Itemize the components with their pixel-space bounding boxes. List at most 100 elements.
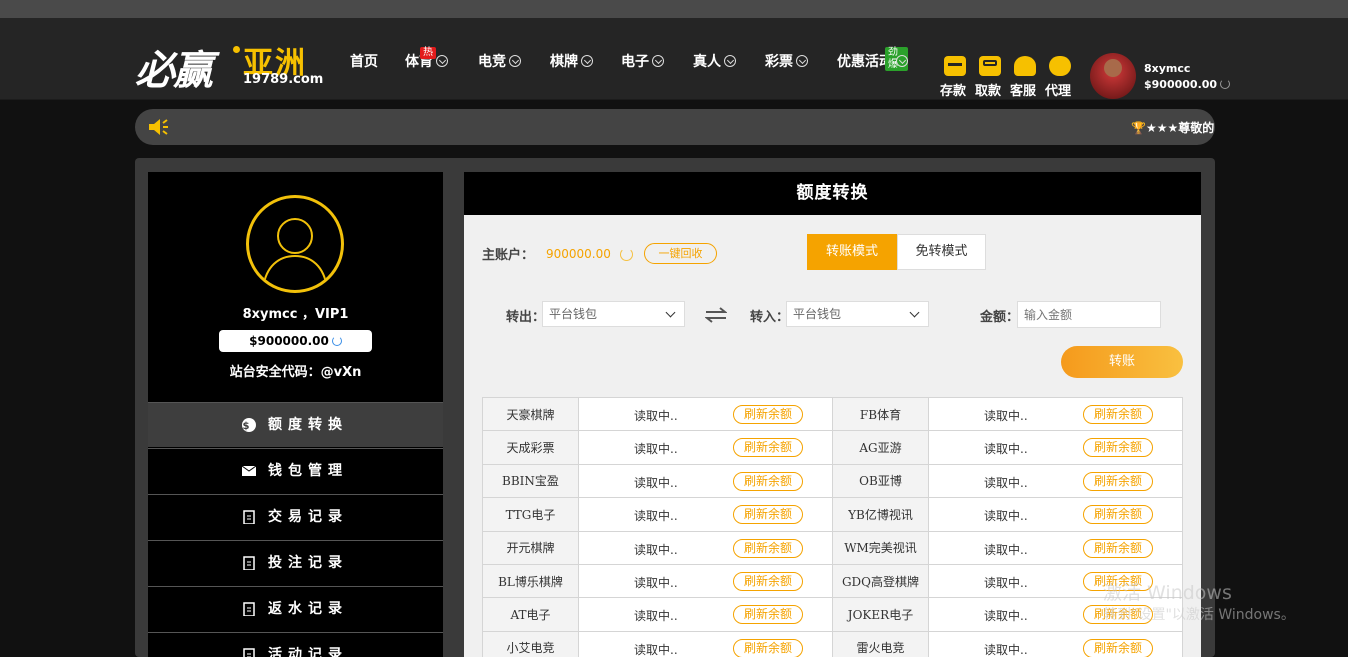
atm-icon (979, 56, 1001, 76)
refresh-balance-button[interactable]: 刷新余额 (1083, 471, 1153, 491)
table-row: 小艾电竞 读取中.. 刷新余额 雷火电竞 读取中.. 刷新余额 (482, 630, 1183, 657)
table-row: BBIN宝盈 读取中.. 刷新余额 OB亚博 读取中.. 刷新余额 (482, 463, 1183, 499)
tab-transfer-mode[interactable]: 转账模式 (807, 234, 897, 270)
sidebar-item-transfer[interactable]: $ 额度转换 (148, 402, 443, 447)
user-name: 8xymcc (1144, 62, 1191, 75)
refresh-balance-button[interactable]: 刷新余额 (733, 405, 803, 424)
main-account-label: 主账户： (482, 248, 535, 263)
platform-balance-cell: 读取中.. 刷新余额 (578, 497, 833, 532)
refresh-icon[interactable] (331, 336, 342, 346)
platform-balance-value: 读取中.. (634, 509, 678, 524)
profile-username: 8xymcc ，VIP1 (242, 307, 349, 322)
dollar-icon: $ (242, 418, 256, 432)
nav-item-slots[interactable]: 电子 (621, 51, 664, 71)
sidebar-item-transactions[interactable]: 交易记录 (148, 494, 443, 539)
platform-balance-table: 天豪棋牌 读取中.. 刷新余额 FB体育 读取中.. 刷新余额 天成彩票 读取中.. 刷新余额 A… (482, 396, 1183, 657)
chevron-down-icon (896, 55, 908, 67)
refresh-balance-button[interactable]: 刷新余额 (733, 638, 803, 657)
tab-free-mode[interactable]: 免转模式 (897, 234, 986, 270)
refresh-icon[interactable] (1220, 79, 1231, 89)
sidebar-item-wallet[interactable]: 钱包管理 (148, 448, 443, 493)
header: 必赢 亚洲 19789.com 首页 热体育 电竞 棋牌 电子 真人 彩票 劲爆… (0, 18, 1348, 100)
platform-name: GDQ高登棋牌 (832, 563, 929, 599)
top-strip (0, 0, 1348, 18)
withdraw-button[interactable]: 取款 (975, 56, 1005, 99)
platform-balance-cell: 读取中.. 刷新余额 (578, 396, 833, 432)
amount-input[interactable] (1017, 301, 1161, 328)
handshake-icon (1049, 56, 1071, 76)
refresh-balance-button[interactable]: 刷新余额 (1083, 405, 1153, 424)
refresh-balance-button[interactable]: 刷新余额 (733, 438, 803, 458)
chevron-down-icon (509, 55, 521, 67)
recycle-all-button[interactable]: 一键回收 (644, 243, 717, 264)
platform-balance-cell: 读取中.. 刷新余额 (928, 530, 1183, 565)
windows-watermark-title: 激活 Windows (1103, 582, 1232, 604)
nav-item-sports[interactable]: 热体育 (405, 47, 448, 71)
table-row: 开元棋牌 读取中.. 刷新余额 WM完美视讯 读取中.. 刷新余额 (482, 530, 1183, 565)
loading-icon[interactable] (620, 248, 633, 261)
platform-name: BBIN宝盈 (482, 463, 579, 499)
platform-balance-value: 读取中.. (634, 542, 678, 557)
platform-balance-cell: 读取中.. 刷新余额 (928, 630, 1183, 657)
agent-button[interactable]: 代理 (1045, 56, 1075, 99)
refresh-balance-button[interactable]: 刷新余额 (733, 505, 803, 525)
table-row: BL博乐棋牌 读取中.. 刷新余额 GDQ高登棋牌 读取中.. 刷新余额 (482, 563, 1183, 599)
refresh-balance-button[interactable]: 刷新余额 (733, 471, 803, 491)
table-row: 天豪棋牌 读取中.. 刷新余额 FB体育 读取中.. 刷新余额 (482, 396, 1183, 432)
platform-name: BL博乐棋牌 (482, 563, 579, 599)
platform-balance-cell: 读取中.. 刷新余额 (578, 530, 833, 565)
clipboard-icon (243, 510, 255, 524)
platform-name: AG亚游 (832, 430, 929, 465)
refresh-balance-button[interactable]: 刷新余额 (1083, 438, 1153, 458)
platform-name: 天成彩票 (482, 430, 579, 465)
platform-name: FB体育 (832, 396, 929, 432)
transfer-submit-button[interactable]: 转账 (1061, 346, 1183, 378)
swap-icon[interactable] (705, 306, 727, 324)
platform-name: 天豪棋牌 (482, 396, 579, 432)
chevron-down-icon (436, 55, 448, 67)
logo[interactable]: 必赢 亚洲 19789.com (135, 36, 324, 94)
platform-name: AT电子 (482, 597, 579, 632)
platform-name: TTG电子 (482, 497, 579, 532)
sidebar-item-rebates[interactable]: 返水记录 (148, 586, 443, 631)
deposit-button[interactable]: 存款 (940, 56, 970, 99)
platform-balance-value: 读取中.. (984, 509, 1028, 524)
platform-balance-value: 读取中.. (984, 609, 1028, 624)
logo-domain: 19789.com (243, 72, 324, 87)
platform-balance-value: 读取中.. (984, 442, 1028, 457)
refresh-balance-button[interactable]: 刷新余额 (733, 538, 803, 558)
refresh-balance-button[interactable]: 刷新余额 (1083, 505, 1153, 525)
nav-item-promotions[interactable]: 劲爆 优惠活动 (837, 47, 908, 71)
avatar[interactable] (1090, 53, 1136, 99)
transfer-out-select[interactable]: 平台钱包 (542, 301, 685, 327)
nav-item-home[interactable]: 首页 (350, 51, 378, 71)
platform-balance-value: 读取中.. (634, 442, 678, 457)
logo-dot (233, 46, 240, 53)
sidebar-item-bets[interactable]: 投注记录 (148, 540, 443, 585)
announcement-text: 🏆★★★尊敬的 (1131, 121, 1215, 135)
nav-item-esports[interactable]: 电竞 (478, 51, 521, 71)
platform-balance-value: 读取中.. (984, 642, 1028, 657)
nav-item-live[interactable]: 真人 (693, 51, 736, 71)
nav-item-lottery[interactable]: 彩票 (765, 51, 808, 71)
refresh-balance-button[interactable]: 刷新余额 (733, 605, 803, 625)
profile-balance: $900000.00 (219, 330, 372, 352)
refresh-balance-button[interactable]: 刷新余额 (1083, 538, 1153, 558)
nav-item-chess[interactable]: 棋牌 (550, 51, 593, 71)
chevron-down-icon (724, 55, 736, 67)
chevron-down-icon (652, 55, 664, 67)
refresh-balance-button[interactable]: 刷新余额 (733, 571, 803, 591)
transfer-panel: 额度转换 主账户： 900000.00 一键回收 转账模式 免转模式 转出： 平… (464, 172, 1201, 657)
platform-balance-cell: 读取中.. 刷新余额 (578, 597, 833, 632)
transfer-in-select[interactable]: 平台钱包 (786, 301, 929, 327)
sidebar-item-activities[interactable]: 活动记录 (148, 632, 443, 657)
platform-balance-value: 读取中.. (634, 409, 678, 423)
envelope-icon (242, 465, 256, 476)
amount-label: 金额： (980, 310, 1020, 325)
main-account-value: 900000.00 (546, 247, 611, 261)
page-title: 额度转换 (464, 172, 1201, 215)
platform-balance-cell: 读取中.. 刷新余额 (578, 463, 833, 499)
refresh-balance-button[interactable]: 刷新余额 (1083, 638, 1153, 657)
customer-service-button[interactable]: 客服 (1010, 56, 1040, 99)
platform-balance-value: 读取中.. (984, 575, 1028, 590)
